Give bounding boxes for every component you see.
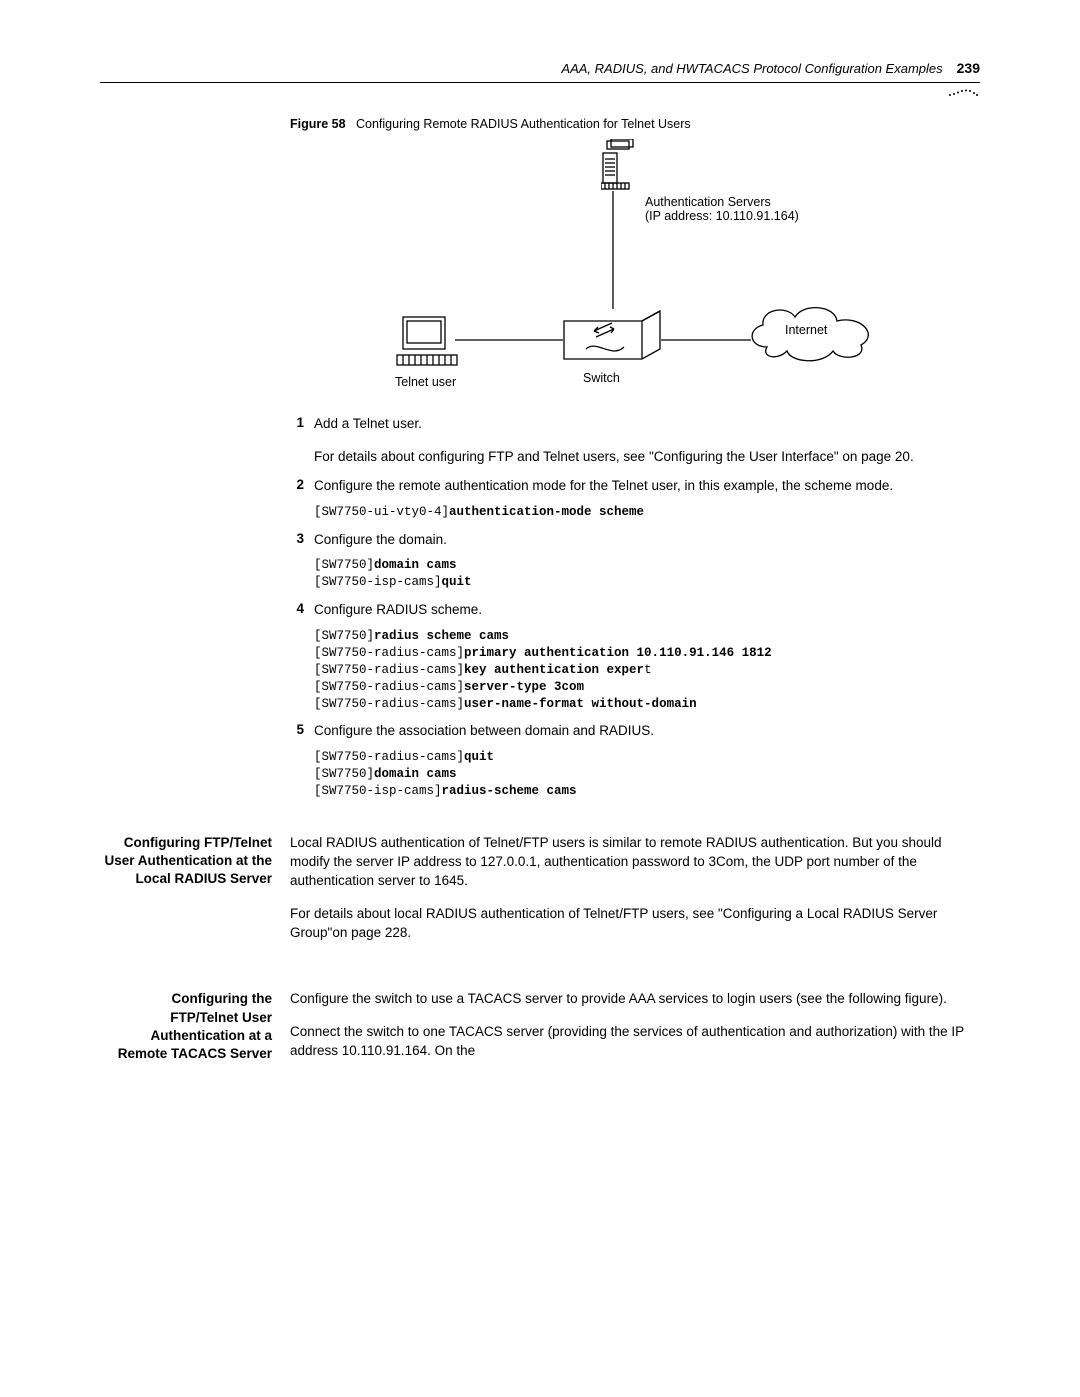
section-para: Configure the switch to use a TACACS ser… (290, 990, 980, 1009)
code-prompt: [SW7750] (314, 629, 374, 643)
section-para: Connect the switch to one TACACS server … (290, 1023, 980, 1061)
code-prompt: [SW7750] (314, 558, 374, 572)
step-2-code: [SW7750-ui-vty0-4]authentication-mode sc… (314, 504, 980, 521)
page: AAA, RADIUS, and HWTACACS Protocol Confi… (0, 0, 1080, 1115)
section-heading: Configuring the FTP/Telnet User Authenti… (100, 990, 272, 1075)
code-cmd: domain cams (374, 767, 457, 781)
step-3-code: [SW7750]domain cams [SW7750-isp-cams]qui… (314, 557, 980, 591)
code-prompt: [SW7750-ui-vty0-4] (314, 505, 449, 519)
section-para: Local RADIUS authentication of Telnet/FT… (290, 834, 980, 891)
code-cmd: radius scheme cams (374, 629, 509, 643)
figure-number: Figure 58 (290, 117, 346, 131)
step-1-text: Add a Telnet user. (314, 416, 422, 431)
telnet-user-label: Telnet user (395, 375, 456, 389)
step-1-num: 1 (290, 415, 304, 430)
link-server-switch (612, 191, 614, 312)
figure-label: Figure 58 Configuring Remote RADIUS Auth… (290, 117, 980, 131)
auth-servers-line2: (IP address: 10.110.91.164) (645, 209, 799, 223)
step-2-num: 2 (290, 477, 304, 492)
running-title: AAA, RADIUS, and HWTACACS Protocol Confi… (561, 61, 942, 76)
step-3-text: Configure the domain. (314, 532, 447, 547)
page-number: 239 (957, 60, 980, 76)
section-local-radius: Configuring FTP/Telnet User Authenticati… (100, 834, 980, 956)
server-stack-icon (601, 139, 639, 194)
step-1: 1 Add a Telnet user. For details about c… (290, 415, 980, 467)
step-3-num: 3 (290, 531, 304, 546)
auth-servers-label: Authentication Servers (IP address: 10.1… (645, 195, 799, 223)
pc-icon (395, 315, 465, 374)
code-prompt: [SW7750-radius-cams] (314, 750, 464, 764)
section-heading: Configuring FTP/Telnet User Authenticati… (100, 834, 272, 956)
switch-icon (562, 309, 662, 370)
switch-label: Switch (583, 371, 620, 385)
code-cmd: authentication-mode scheme (449, 505, 644, 519)
step-3: 3 Configure the domain. [SW7750]domain c… (290, 531, 980, 592)
link-switch-pc (455, 329, 563, 344)
step-5-text: Configure the association between domain… (314, 723, 654, 738)
step-4-num: 4 (290, 601, 304, 616)
code-prompt: [SW7750-radius-cams] (314, 663, 464, 677)
section-para: For details about local RADIUS authentic… (290, 905, 980, 943)
code-cmd: domain cams (374, 558, 457, 572)
step-5: 5 Configure the association between doma… (290, 722, 980, 800)
code-prompt: [SW7750-radius-cams] (314, 646, 464, 660)
link-switch-internet (661, 329, 751, 344)
header-dots-icon (100, 85, 980, 99)
step-2-text: Configure the remote authentication mode… (314, 478, 893, 493)
step-1-para: For details about configuring FTP and Te… (314, 448, 980, 467)
header-rule (100, 82, 980, 83)
figure-caption: Configuring Remote RADIUS Authentication… (356, 117, 691, 131)
code-prompt: [SW7750-radius-cams] (314, 680, 464, 694)
code-prompt: [SW7750-isp-cams] (314, 784, 442, 798)
figure-diagram: Authentication Servers (IP address: 10.1… (345, 139, 925, 399)
code-prompt: [SW7750-isp-cams] (314, 575, 442, 589)
code-tail: t (644, 663, 652, 677)
code-prompt: [SW7750] (314, 767, 374, 781)
code-cmd: user-name-format without-domain (464, 697, 697, 711)
internet-label: Internet (785, 323, 827, 337)
code-cmd: server-type 3com (464, 680, 584, 694)
code-cmd: quit (442, 575, 472, 589)
step-5-num: 5 (290, 722, 304, 737)
step-4: 4 Configure RADIUS scheme. [SW7750]radiu… (290, 601, 980, 712)
code-prompt: [SW7750-radius-cams] (314, 697, 464, 711)
code-cmd: radius-scheme cams (442, 784, 577, 798)
step-4-code: [SW7750]radius scheme cams [SW7750-radiu… (314, 628, 980, 712)
code-cmd: quit (464, 750, 494, 764)
code-cmd: primary authentication 10.110.91.146 181… (464, 646, 772, 660)
running-header: AAA, RADIUS, and HWTACACS Protocol Confi… (100, 60, 980, 76)
auth-servers-line1: Authentication Servers (645, 195, 771, 209)
step-4-text: Configure RADIUS scheme. (314, 602, 482, 617)
step-2: 2 Configure the remote authentication mo… (290, 477, 980, 521)
code-cmd: key authentication exper (464, 663, 644, 677)
section-remote-tacacs: Configuring the FTP/Telnet User Authenti… (100, 990, 980, 1075)
step-5-code: [SW7750-radius-cams]quit [SW7750]domain … (314, 749, 980, 800)
